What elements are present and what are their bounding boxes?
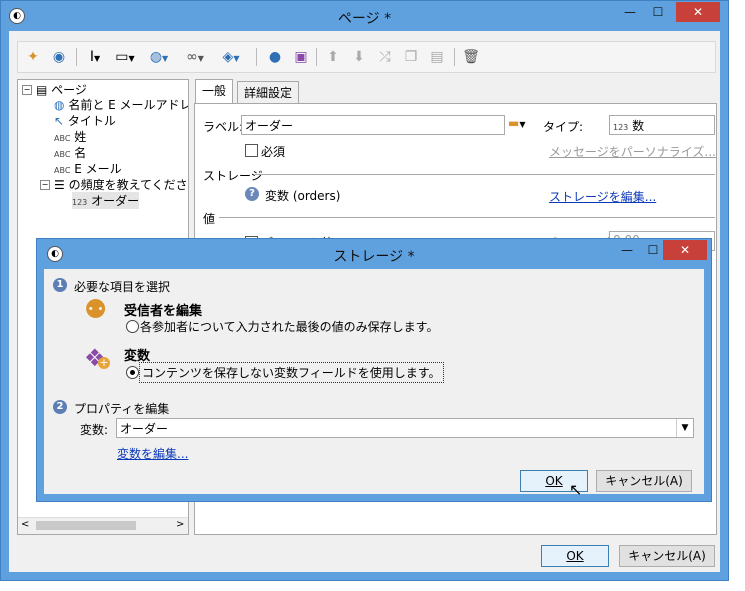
tab-advanced[interactable]: 詳細設定: [237, 81, 300, 104]
trash-icon[interactable]: 🗑: [460, 46, 482, 68]
text-cursor-icon[interactable]: I▼: [84, 46, 106, 68]
scroll-thumb[interactable]: [36, 521, 136, 530]
help-icon: ?: [245, 187, 259, 201]
separator: [316, 48, 317, 66]
edit-storage-link[interactable]: ストレージを編集...: [549, 188, 656, 205]
personalize-icon[interactable]: ▬▼: [508, 116, 526, 130]
required-label: 必須: [261, 145, 286, 159]
ok-button[interactable]: OK: [541, 545, 609, 567]
collapse-toggle[interactable]: −: [22, 85, 32, 95]
collapse-toggle[interactable]: −: [40, 180, 50, 190]
person-icon[interactable]: ●: [264, 46, 286, 68]
page-icon: ▤: [36, 83, 48, 97]
storage-dialog: ◐ ストレージ * — ☐ ✕ 1 必要な項目を選択 ⚉ 受信者を編集 各参加者…: [36, 238, 712, 502]
abc-icon: ABC: [54, 150, 71, 159]
toolbar: ✦ ◉ I▼ ▭▼ ◍▼ ∞▼ ◈▼ ● ▣ ⬆ ⬇ ⤮ ❐ ▤ 🗑: [17, 41, 716, 73]
step-2-badge: 2: [53, 400, 67, 414]
close-button[interactable]: ✕: [663, 240, 707, 260]
section-divider: [219, 217, 715, 218]
minimize-button[interactable]: —: [613, 240, 641, 260]
cursor-icon: ↖: [54, 114, 65, 128]
add-badge-icon: +: [98, 356, 110, 369]
title-bar: ◐ ページ * — ☐ ✕: [1, 1, 728, 31]
required-checkbox[interactable]: [245, 144, 258, 157]
number-icon: 123: [72, 198, 88, 207]
separator: [76, 48, 77, 66]
number-icon: 123: [613, 123, 629, 132]
maximize-button[interactable]: ☐: [644, 2, 672, 22]
globe-icon: ◍: [54, 98, 65, 112]
tab-general[interactable]: 一般: [195, 79, 234, 104]
value-section-title: 値: [203, 212, 216, 226]
step-1-badge: 1: [53, 278, 67, 292]
variable-select[interactable]: オーダー ▼: [116, 418, 694, 438]
step-2-title: プロパティを編集: [74, 402, 170, 416]
edit-variable-link[interactable]: 変数を編集...: [117, 445, 188, 462]
database-icon[interactable]: ◉: [48, 46, 70, 68]
globe-icon[interactable]: ◍▼: [148, 46, 170, 68]
abc-icon: ABC: [54, 166, 71, 175]
horizontal-scrollbar[interactable]: < >: [18, 517, 188, 534]
down-arrow-icon[interactable]: ⬇: [348, 46, 370, 68]
abc-icon: ABC: [54, 134, 71, 143]
copy-icon[interactable]: ❐: [400, 46, 422, 68]
tree-item[interactable]: ABC E メール: [54, 160, 122, 177]
personalize-link[interactable]: メッセージをパーソナライズ...: [549, 143, 716, 160]
section-divider: [255, 174, 715, 175]
label-caption: ラベル:: [203, 120, 244, 134]
radio-selected-dot: [130, 370, 135, 375]
paste-icon[interactable]: ▤: [426, 46, 448, 68]
tree-item[interactable]: ABC 姓: [54, 128, 86, 145]
tree-item[interactable]: ABC 名: [54, 144, 86, 161]
cancel-button[interactable]: キャンセル(A): [619, 545, 715, 567]
separator: [454, 48, 455, 66]
chevron-down-icon[interactable]: ▼: [676, 419, 693, 437]
type-field[interactable]: 123 数: [609, 115, 715, 135]
option-variable-radio[interactable]: [126, 366, 139, 379]
option-recipient-desc: 各参加者について入力された最後の値のみ保存します。: [140, 320, 439, 334]
type-caption: タイプ:: [543, 120, 584, 134]
dialog-client: 1 必要な項目を選択 ⚉ 受信者を編集 各参加者について入力された最後の値のみ保…: [44, 269, 704, 499]
box-icon[interactable]: ◈▼: [220, 46, 242, 68]
up-arrow-icon[interactable]: ⬆: [322, 46, 344, 68]
list-icon: ☰: [54, 178, 65, 192]
scroll-left-icon[interactable]: <: [21, 519, 29, 530]
form-icon[interactable]: ▭▼: [114, 46, 136, 68]
link-icon[interactable]: ∞▼: [184, 46, 206, 68]
recipients-icon: ⚉: [84, 295, 108, 325]
option-variable-desc: コンテンツを保存しない変数フィールドを使用します。: [139, 362, 444, 383]
tree-item[interactable]: ☰ の頻度を教えてください: [54, 176, 188, 193]
shuffle-icon[interactable]: ⤮: [374, 46, 396, 68]
minimize-button[interactable]: —: [616, 2, 644, 22]
tree-item[interactable]: ◍ 名前と E メールアドレス: [54, 96, 188, 113]
label-input[interactable]: オーダー: [241, 115, 505, 135]
wand-icon[interactable]: ✦: [22, 46, 44, 68]
option-recipient-radio[interactable]: [126, 320, 139, 333]
dialog-title: ストレージ *: [333, 249, 415, 265]
dialog-cancel-button[interactable]: キャンセル(A): [596, 470, 692, 492]
close-button[interactable]: ✕: [676, 2, 720, 22]
tree-item[interactable]: ↖ タイトル: [54, 112, 116, 129]
separator: [256, 48, 257, 66]
storage-value: 変数 (orders): [265, 189, 341, 203]
step-1-title: 必要な項目を選択: [74, 280, 171, 294]
shapes-icon[interactable]: ▣: [290, 46, 312, 68]
mouse-cursor-icon: ↖: [569, 480, 583, 499]
variable-caption: 変数:: [80, 423, 109, 437]
option-recipient-title: 受信者を編集: [124, 304, 203, 319]
tree-item-selected[interactable]: 123 オーダー: [72, 192, 140, 209]
storage-section-title: ストレージ: [203, 169, 263, 183]
scroll-right-icon[interactable]: >: [176, 519, 184, 530]
